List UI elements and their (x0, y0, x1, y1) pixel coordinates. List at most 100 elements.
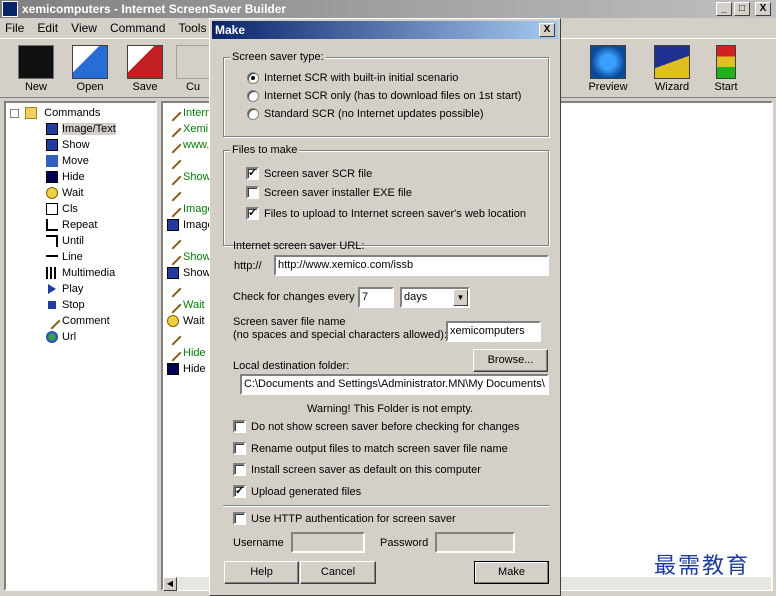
script-row[interactable] (164, 280, 183, 298)
check-interval-input[interactable]: 7 (358, 287, 394, 308)
cancel-button[interactable]: Cancel (300, 561, 376, 584)
checkbox-rename-output[interactable] (233, 442, 246, 455)
checkbox-label[interactable]: Upload generated files (251, 486, 361, 499)
preview-monitor-icon (590, 45, 626, 79)
pen-icon (164, 248, 182, 266)
script-row[interactable] (164, 184, 183, 202)
checkbox-upload-files[interactable]: ✓ (246, 207, 259, 220)
pen-icon (164, 168, 182, 186)
tree-item-url[interactable]: Url (46, 329, 76, 345)
clock-icon (167, 315, 179, 328)
checkbox-no-show-before-check[interactable] (233, 420, 246, 433)
script-row[interactable]: Hide (167, 361, 206, 377)
radio-internet-only[interactable] (247, 90, 259, 102)
tree-item-show[interactable]: Show (46, 137, 90, 153)
menu-tools[interactable]: Tools (173, 19, 211, 37)
script-row[interactable]: Hide (164, 344, 206, 362)
chevron-down-icon[interactable]: ▼ (453, 289, 468, 306)
maximize-button[interactable]: □ (734, 2, 750, 16)
menu-command[interactable]: Command (105, 19, 170, 37)
dest-folder-input[interactable]: C:\Documents and Settings\Administrator.… (240, 374, 549, 395)
script-row[interactable]: Image (164, 200, 214, 218)
open-button[interactable]: Open (66, 45, 114, 97)
tree-item-image-text[interactable]: Image/Text (46, 121, 116, 137)
pen-icon (164, 200, 182, 218)
checkbox-label[interactable]: Files to upload to Internet screen saver… (264, 208, 526, 221)
tree-item-comment[interactable]: Comment (43, 312, 110, 330)
close-button[interactable]: X (755, 2, 771, 16)
tree-item-wait[interactable]: Wait (46, 185, 84, 201)
checkbox-label[interactable]: Screen saver SCR file (264, 168, 372, 181)
tree-root[interactable]: Commands (10, 105, 100, 121)
password-input[interactable] (435, 532, 515, 553)
script-row[interactable]: Show (164, 248, 211, 266)
checkbox-label[interactable]: Use HTTP authentication for screen saver (251, 513, 456, 526)
line-icon (46, 255, 58, 258)
help-button[interactable]: Help (224, 561, 299, 584)
until-icon (46, 235, 58, 248)
menu-view[interactable]: View (66, 19, 102, 37)
script-row[interactable]: Image (167, 217, 214, 233)
commands-tree[interactable]: Commands Image/Text Show Move Hide Wait … (4, 101, 157, 591)
radio-label[interactable]: Standard SCR (no Internet updates possib… (264, 108, 484, 121)
check-unit-select[interactable]: days ▼ (400, 287, 470, 308)
script-row[interactable] (164, 152, 183, 170)
tree-item-until[interactable]: Until (46, 233, 84, 249)
cut-button[interactable]: Cu (176, 45, 210, 97)
minimize-button[interactable]: _ (716, 2, 732, 16)
collapse-icon[interactable] (10, 108, 19, 118)
radio-internet-builtin[interactable] (247, 72, 259, 84)
open-file-icon (72, 45, 108, 79)
new-button[interactable]: New (12, 45, 60, 97)
tree-item-cls[interactable]: Cls (46, 201, 78, 217)
save-icon (127, 45, 163, 79)
tree-item-repeat[interactable]: Repeat (46, 217, 97, 233)
script-row[interactable] (164, 232, 183, 250)
script-row[interactable]: www. (164, 136, 209, 154)
checkbox-install-default[interactable] (233, 463, 246, 476)
scroll-left-icon[interactable]: ◀ (163, 577, 177, 591)
move-icon (46, 155, 58, 168)
save-button[interactable]: Save (121, 45, 169, 97)
script-row[interactable] (164, 328, 183, 346)
make-button[interactable]: Make (474, 561, 549, 584)
script-row[interactable]: Xemi (164, 120, 208, 138)
script-row[interactable]: Show (167, 265, 211, 281)
tree-item-stop[interactable]: Stop (46, 297, 85, 313)
tree-item-line[interactable]: Line (46, 249, 83, 265)
checkbox-http-auth[interactable] (233, 512, 246, 525)
menu-edit[interactable]: Edit (32, 19, 63, 37)
tree-item-hide[interactable]: Hide (46, 169, 85, 185)
script-row[interactable]: Wait (167, 313, 205, 329)
tree-item-multimedia[interactable]: Multimedia (46, 265, 115, 281)
checkbox-label[interactable]: Screen saver installer EXE file (264, 187, 412, 200)
dialog-title: Make (215, 23, 246, 37)
pen-icon (164, 136, 182, 154)
start-button[interactable]: Start (702, 45, 750, 97)
menu-file[interactable]: File (0, 19, 29, 37)
monitor-icon (18, 45, 54, 79)
filename-input[interactable]: xemicomputers (446, 321, 541, 342)
script-row[interactable]: Show (164, 168, 211, 186)
checkbox-label[interactable]: Do not show screen saver before checking… (251, 421, 519, 434)
checkbox-label[interactable]: Rename output files to match screen save… (251, 443, 508, 456)
tree-item-move[interactable]: Move (46, 153, 89, 169)
pen-icon (164, 232, 182, 250)
radio-label[interactable]: Internet SCR with built-in initial scena… (264, 72, 458, 85)
wizard-button[interactable]: Wizard (648, 45, 696, 97)
radio-standard[interactable] (247, 108, 259, 120)
browse-button[interactable]: Browse... (473, 349, 548, 372)
radio-label[interactable]: Internet SCR only (has to download files… (264, 90, 521, 103)
script-row[interactable]: Intern (164, 104, 211, 122)
checkbox-upload-generated[interactable]: ✓ (233, 485, 246, 498)
dialog-close-button[interactable]: X (539, 23, 555, 37)
username-input[interactable] (291, 532, 365, 553)
script-row[interactable]: Wait (164, 296, 205, 314)
preview-button[interactable]: Preview (584, 45, 632, 97)
url-input[interactable]: http://www.xemico.com/issb (274, 255, 549, 276)
checkbox-label[interactable]: Install screen saver as default on this … (251, 464, 481, 477)
checkbox-installer-exe[interactable] (246, 186, 259, 199)
check-changes-label: Check for changes every (233, 291, 355, 303)
checkbox-scr-file[interactable]: ✓ (246, 167, 259, 180)
tree-item-play[interactable]: Play (46, 281, 83, 297)
